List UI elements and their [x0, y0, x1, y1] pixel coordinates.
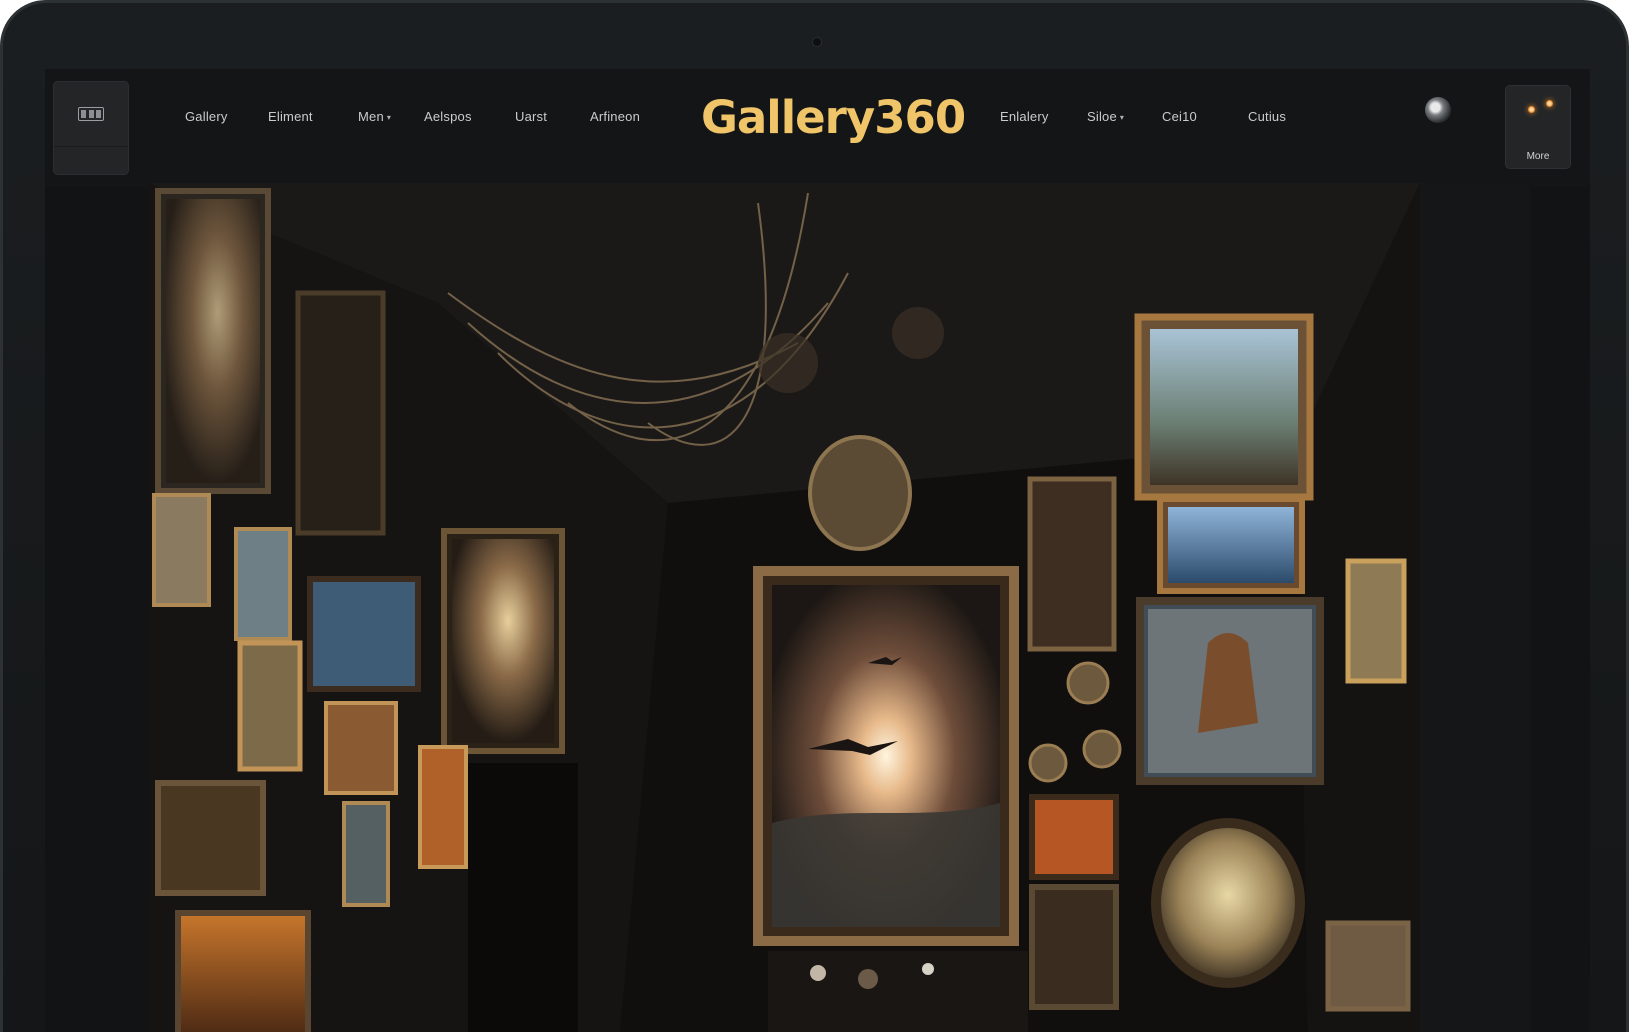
nav-label: Cei10 — [1162, 109, 1197, 124]
nav-label: Enlalery — [1000, 109, 1049, 124]
chevron-down-icon: ▾ — [1119, 113, 1125, 123]
more-button[interactable]: More — [1505, 85, 1571, 169]
nav-label: Aelspos — [424, 109, 472, 124]
nav-label: Uarst — [515, 109, 548, 124]
camera-icon — [812, 37, 822, 47]
dots-icon — [1526, 100, 1556, 120]
nav-label: Siloe — [1087, 109, 1117, 124]
menu-button-top — [54, 82, 128, 146]
menu-button[interactable] — [53, 81, 129, 175]
nav-item-cei10[interactable]: Cei10 — [1162, 109, 1197, 129]
nav-item-siloe[interactable]: Siloe ▾ — [1087, 109, 1124, 129]
screen: Gallery Eliment Men ▾ Aelspos Uarst Arfin… — [45, 69, 1590, 1032]
nav-label: Cutius — [1248, 109, 1287, 124]
nav-label: Gallery — [185, 109, 228, 124]
gallery-room-artwork — [148, 183, 1420, 1032]
nav-item-uarst[interactable]: Uarst — [515, 109, 547, 129]
menu-button-bottom — [54, 146, 128, 174]
laptop-frame: Gallery Eliment Men ▾ Aelspos Uarst Arfin… — [0, 0, 1629, 1032]
nav-item-men[interactable]: Men ▾ — [358, 109, 391, 129]
nav-item-aelspos[interactable]: Aelspos — [424, 109, 472, 129]
site-header: Gallery Eliment Men ▾ Aelspos Uarst Arfin… — [45, 69, 1590, 187]
nav-label: Men — [358, 109, 384, 124]
grid-icon — [78, 107, 104, 121]
more-label: More — [1526, 151, 1550, 162]
nav-item-gallery[interactable]: Gallery — [185, 109, 228, 129]
nav-item-arfineon[interactable]: Arfineon — [590, 109, 640, 129]
right-margin — [1420, 183, 1530, 1032]
nav-label: Eliment — [268, 109, 313, 124]
user-avatar-icon[interactable] — [1425, 97, 1451, 123]
nav-item-eliment[interactable]: Eliment — [268, 109, 313, 129]
site-logo[interactable]: Gallery360 — [701, 91, 966, 151]
nav-item-cutius[interactable]: Cutius — [1248, 109, 1286, 129]
hero-image — [148, 183, 1420, 1032]
nav-label: Arfineon — [590, 109, 641, 124]
chevron-down-icon: ▾ — [386, 113, 392, 123]
nav-item-enlalery[interactable]: Enlalery — [1000, 109, 1049, 129]
